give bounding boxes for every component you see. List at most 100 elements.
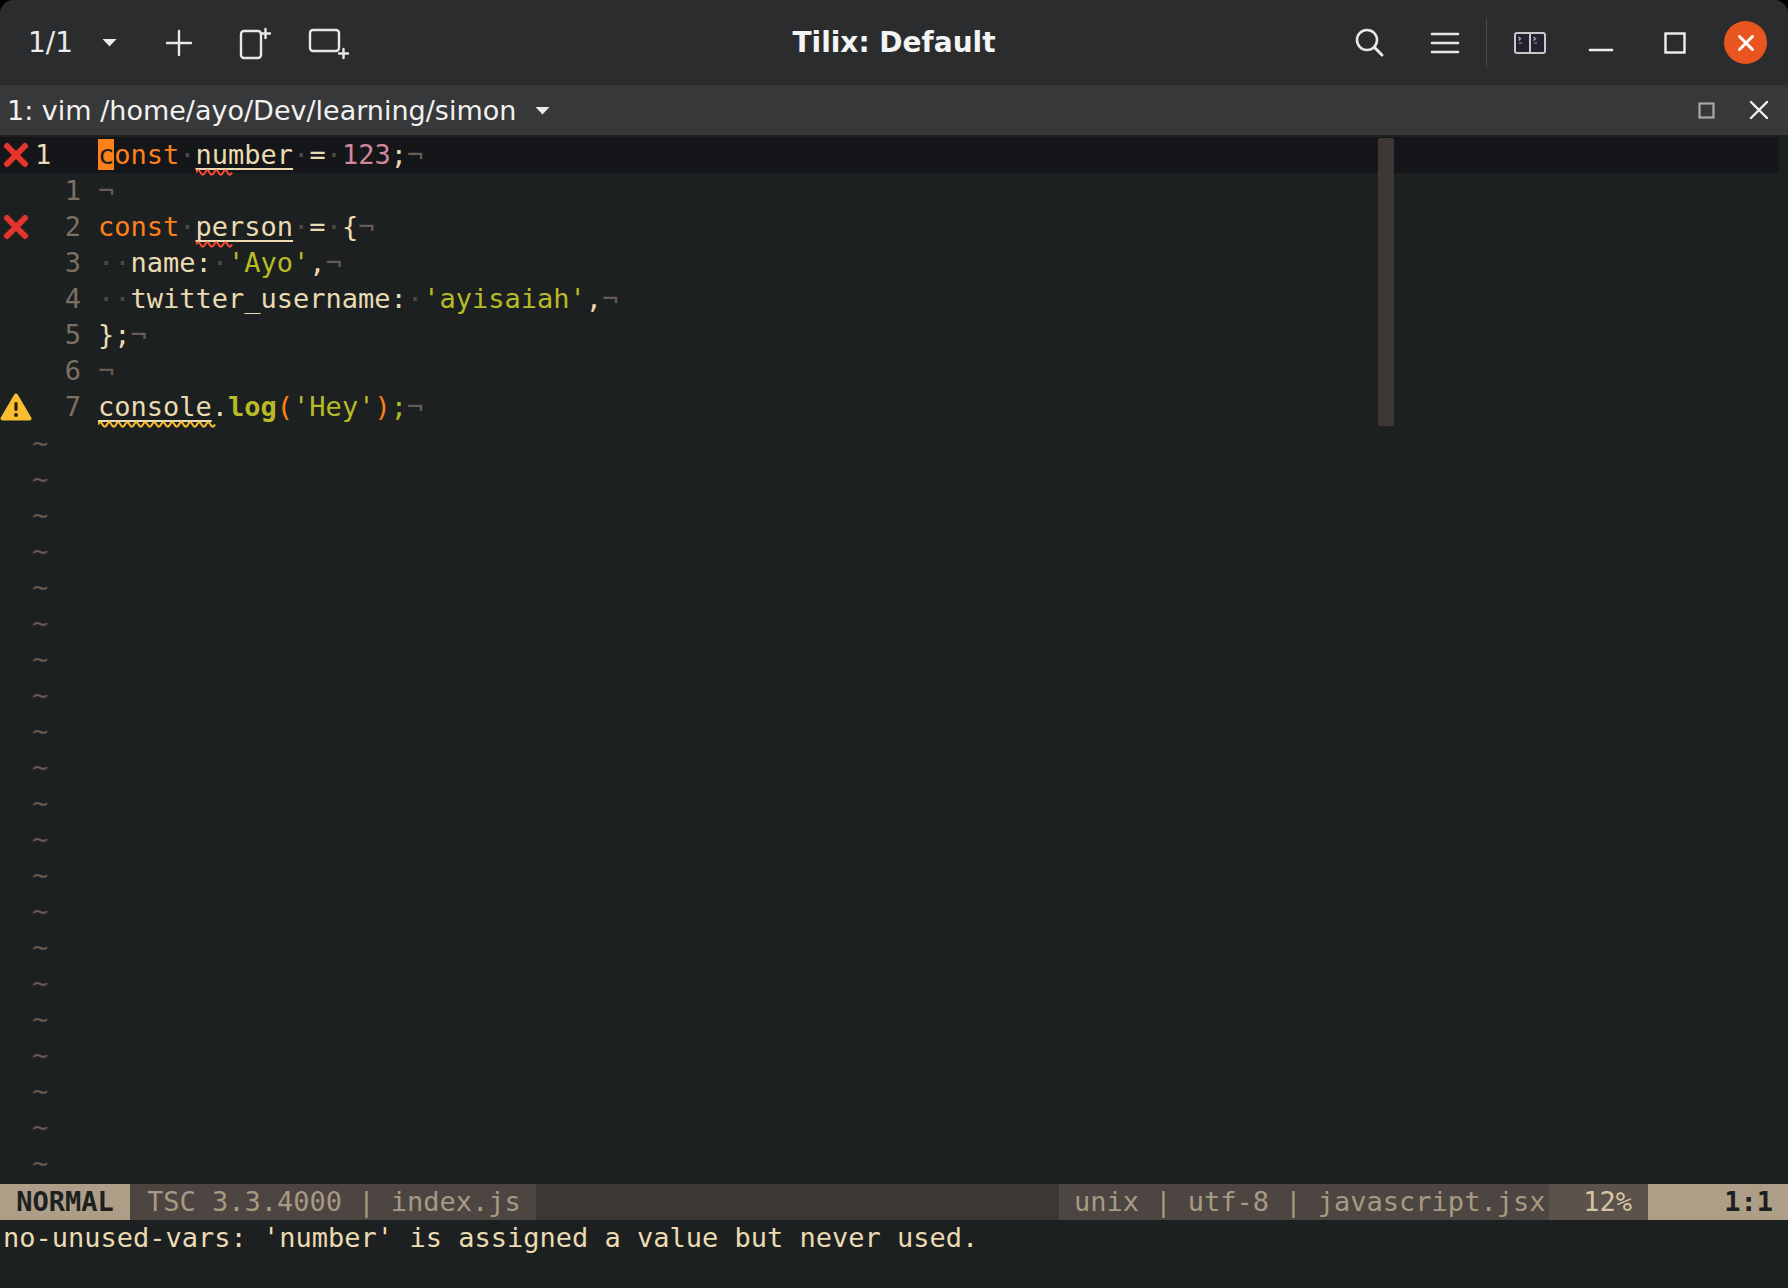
advanced-paste-icon[interactable]	[1514, 32, 1546, 54]
sign-column	[0, 245, 32, 281]
tilde-marker: ~	[32, 1145, 48, 1181]
tilde-marker: ~	[32, 821, 48, 857]
tilde-marker: ~	[32, 677, 48, 713]
tilde-marker: ~	[32, 857, 48, 893]
empty-buffer-line: ~	[0, 569, 1788, 605]
terminal-scrollbar[interactable]	[1378, 138, 1394, 426]
tilde-marker: ~	[32, 605, 48, 641]
terminal-tab-title[interactable]: 1: vim /home/ayo/Dev/learning/simon	[7, 95, 516, 126]
line-number: 5	[32, 317, 81, 353]
code-line: 1const·number·=·123;¬	[0, 137, 1778, 173]
empty-buffer-line: ~	[0, 1145, 1788, 1181]
empty-buffer-line: ~	[0, 893, 1788, 929]
empty-buffer-line: ~	[0, 677, 1788, 713]
close-button[interactable]	[1724, 21, 1767, 64]
statusline-file-info: TSC 3.3.4000 | index.js	[130, 1184, 536, 1220]
empty-buffer-line: ~	[0, 641, 1788, 677]
tilde-marker: ~	[32, 1037, 48, 1073]
squiggle-underline	[98, 419, 217, 429]
close-terminal-icon[interactable]	[1748, 99, 1770, 121]
statusline-position: 1:1	[1648, 1184, 1788, 1220]
empty-buffer-line: ~	[0, 857, 1788, 893]
squiggle-underline	[196, 239, 234, 249]
code-text: const·number·=·123;¬	[98, 137, 423, 173]
tilde-marker: ~	[32, 641, 48, 677]
minimize-icon[interactable]	[1587, 29, 1615, 57]
titlebar-separator	[1486, 19, 1487, 67]
search-icon[interactable]	[1352, 25, 1388, 61]
tilde-marker: ~	[32, 497, 48, 533]
empty-buffer-line: ~	[0, 461, 1788, 497]
line-number: 4	[32, 281, 81, 317]
code-line: 5 };¬	[0, 317, 1788, 353]
squiggle-underline	[196, 167, 234, 177]
tilde-marker: ~	[32, 533, 48, 569]
code-line: 3 ··name:·'Ayo',¬	[0, 245, 1788, 281]
empty-buffer-line: ~	[0, 533, 1788, 569]
add-terminal-down-icon[interactable]	[306, 25, 350, 61]
tilde-marker: ~	[32, 785, 48, 821]
line-number: 3	[32, 245, 81, 281]
terminal-content: 1const·number·=·123;¬1¬2const·person·=·{…	[0, 135, 1788, 1288]
sign-column	[0, 173, 32, 209]
add-terminal-right-icon[interactable]	[236, 23, 272, 63]
tilde-marker: ~	[32, 461, 48, 497]
sign-column	[0, 317, 32, 353]
empty-buffer-line: ~	[0, 1109, 1788, 1145]
sign-column	[0, 281, 32, 317]
vim-statusline: NORMAL TSC 3.3.4000 | index.js unix | ut…	[0, 1184, 1788, 1220]
code-text: ¬	[98, 173, 114, 209]
code-text: ¬	[98, 353, 114, 389]
code-line: 1¬	[0, 173, 1788, 209]
error-sign-icon	[1, 212, 31, 242]
tilde-marker: ~	[32, 1001, 48, 1037]
code-line: 7console.log('Hey');¬	[0, 389, 1788, 425]
empty-buffer-line: ~	[0, 929, 1788, 965]
new-session-icon[interactable]	[162, 26, 196, 60]
tilde-marker: ~	[32, 425, 48, 461]
sign-column	[0, 209, 32, 245]
empty-buffer-line: ~	[0, 749, 1788, 785]
window-titlebar: 1/1 Tilix: Default	[0, 0, 1788, 85]
tilix-window: 1/1 Tilix: Default 1: vim /home/ayo/Dev/…	[0, 0, 1788, 1288]
empty-buffer-line: ~	[0, 713, 1788, 749]
menu-icon[interactable]	[1429, 27, 1461, 59]
tilde-marker: ~	[32, 929, 48, 965]
vim-message-line: no-unused-vars: 'number' is assigned a v…	[3, 1220, 978, 1256]
empty-buffer-line: ~	[0, 785, 1788, 821]
maximize-icon[interactable]	[1663, 31, 1687, 55]
empty-buffer-line: ~	[0, 605, 1788, 641]
empty-buffer-line: ~	[0, 1073, 1788, 1109]
tilde-marker: ~	[32, 965, 48, 1001]
session-dropdown-icon[interactable]	[101, 37, 118, 48]
empty-buffer-line: ~	[0, 965, 1788, 1001]
empty-buffer-line: ~	[0, 1001, 1788, 1037]
code-line: 2 const·person·=·{¬	[0, 209, 1788, 245]
warning-sign-icon	[0, 392, 32, 422]
tilde-marker: ~	[32, 713, 48, 749]
code-text: const·person·=·{¬	[98, 209, 374, 245]
close-icon	[1735, 32, 1757, 54]
empty-buffer-line: ~	[0, 497, 1788, 533]
tilde-marker: ~	[32, 569, 48, 605]
code-text: ··name:·'Ayo',¬	[98, 245, 342, 281]
sign-column	[0, 137, 32, 173]
line-number: 6	[32, 353, 81, 389]
sign-column	[0, 389, 32, 425]
empty-buffer-line: ~	[0, 821, 1788, 857]
maximize-terminal-icon[interactable]	[1698, 102, 1715, 119]
statusline-fill	[536, 1184, 1059, 1220]
line-number: 1	[32, 173, 81, 209]
tilde-marker: ~	[32, 893, 48, 929]
line-number: 2	[32, 209, 81, 245]
sign-column	[0, 353, 32, 389]
statusline-percent: 12%	[1549, 1184, 1648, 1220]
code-text: };¬	[98, 317, 147, 353]
error-sign-icon	[1, 140, 31, 170]
statusline-encoding: unix | utf-8 | javascript.jsx	[1059, 1184, 1549, 1220]
session-counter[interactable]: 1/1	[28, 26, 73, 59]
tilde-marker: ~	[32, 1109, 48, 1145]
tab-dropdown-icon[interactable]	[534, 105, 551, 116]
code-line: 6¬	[0, 353, 1788, 389]
code-line: 4··twitter_username:·'ayisaiah',¬	[0, 281, 1788, 317]
